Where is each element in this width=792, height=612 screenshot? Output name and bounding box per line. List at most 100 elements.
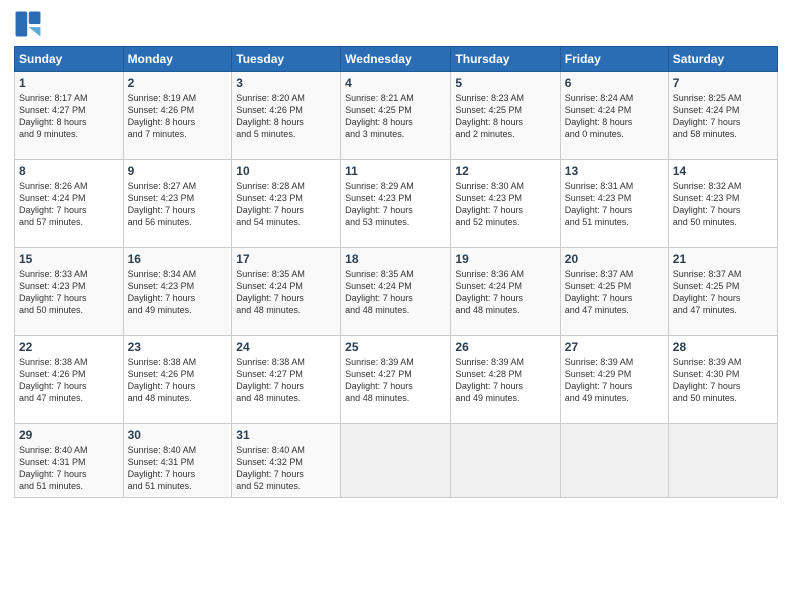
calendar-body: 1 Sunrise: 8:17 AMSunset: 4:27 PMDaylight… [15, 72, 778, 498]
cell-info: Sunrise: 8:25 AMSunset: 4:24 PMDaylight:… [673, 92, 773, 141]
cell-info: Sunrise: 8:33 AMSunset: 4:23 PMDaylight:… [19, 268, 119, 317]
calendar-cell: 21 Sunrise: 8:37 AMSunset: 4:25 PMDayligh… [668, 248, 777, 336]
calendar-cell: 1 Sunrise: 8:17 AMSunset: 4:27 PMDaylight… [15, 72, 124, 160]
calendar-cell [451, 424, 560, 498]
logo [14, 10, 46, 38]
day-number: 3 [236, 76, 336, 90]
day-number: 12 [455, 164, 555, 178]
calendar-cell: 15 Sunrise: 8:33 AMSunset: 4:23 PMDayligh… [15, 248, 124, 336]
calendar-cell: 12 Sunrise: 8:30 AMSunset: 4:23 PMDayligh… [451, 160, 560, 248]
cell-info: Sunrise: 8:39 AMSunset: 4:27 PMDaylight:… [345, 356, 446, 405]
cell-info: Sunrise: 8:21 AMSunset: 4:25 PMDaylight:… [345, 92, 446, 141]
day-number: 5 [455, 76, 555, 90]
calendar-cell: 26 Sunrise: 8:39 AMSunset: 4:28 PMDayligh… [451, 336, 560, 424]
cell-info: Sunrise: 8:23 AMSunset: 4:25 PMDaylight:… [455, 92, 555, 141]
day-header-thursday: Thursday [451, 47, 560, 72]
cell-info: Sunrise: 8:34 AMSunset: 4:23 PMDaylight:… [128, 268, 228, 317]
cell-info: Sunrise: 8:39 AMSunset: 4:28 PMDaylight:… [455, 356, 555, 405]
day-number: 14 [673, 164, 773, 178]
calendar-cell [341, 424, 451, 498]
day-number: 8 [19, 164, 119, 178]
day-number: 16 [128, 252, 228, 266]
week-row-3: 15 Sunrise: 8:33 AMSunset: 4:23 PMDayligh… [15, 248, 778, 336]
cell-info: Sunrise: 8:31 AMSunset: 4:23 PMDaylight:… [565, 180, 664, 229]
calendar-cell: 20 Sunrise: 8:37 AMSunset: 4:25 PMDayligh… [560, 248, 668, 336]
day-number: 17 [236, 252, 336, 266]
day-number: 21 [673, 252, 773, 266]
calendar-cell: 19Sunrise: 8:36 AMSunset: 4:24 PMDayligh… [451, 248, 560, 336]
calendar-cell: 10 Sunrise: 8:28 AMSunset: 4:23 PMDayligh… [232, 160, 341, 248]
page: SundayMondayTuesdayWednesdayThursdayFrid… [0, 0, 792, 612]
day-number: 23 [128, 340, 228, 354]
day-number: 7 [673, 76, 773, 90]
calendar-cell: 31Sunrise: 8:40 AMSunset: 4:32 PMDayligh… [232, 424, 341, 498]
day-number: 28 [673, 340, 773, 354]
day-number: 27 [565, 340, 664, 354]
cell-info: Sunrise: 8:28 AMSunset: 4:23 PMDaylight:… [236, 180, 336, 229]
day-number: 30 [128, 428, 228, 442]
cell-info: Sunrise: 8:38 AMSunset: 4:27 PMDaylight:… [236, 356, 336, 405]
cell-info: Sunrise: 8:35 AMSunset: 4:24 PMDaylight:… [345, 268, 446, 317]
cell-info: Sunrise: 8:32 AMSunset: 4:23 PMDaylight:… [673, 180, 773, 229]
calendar-cell: 3 Sunrise: 8:20 AMSunset: 4:26 PMDaylight… [232, 72, 341, 160]
cell-info: Sunrise: 8:27 AMSunset: 4:23 PMDaylight:… [128, 180, 228, 229]
day-number: 11 [345, 164, 446, 178]
calendar-cell: 22Sunrise: 8:38 AMSunset: 4:26 PMDayligh… [15, 336, 124, 424]
calendar-cell: 14 Sunrise: 8:32 AMSunset: 4:23 PMDayligh… [668, 160, 777, 248]
day-number: 22 [19, 340, 119, 354]
calendar-cell: 2Sunrise: 8:19 AMSunset: 4:26 PMDaylight… [123, 72, 232, 160]
day-number: 10 [236, 164, 336, 178]
cell-info: Sunrise: 8:30 AMSunset: 4:23 PMDaylight:… [455, 180, 555, 229]
day-header-sunday: Sunday [15, 47, 124, 72]
calendar-cell: 18 Sunrise: 8:35 AMSunset: 4:24 PMDayligh… [341, 248, 451, 336]
day-number: 15 [19, 252, 119, 266]
calendar-cell: 29 Sunrise: 8:40 AMSunset: 4:31 PMDayligh… [15, 424, 124, 498]
calendar-cell: 27 Sunrise: 8:39 AMSunset: 4:29 PMDayligh… [560, 336, 668, 424]
day-number: 29 [19, 428, 119, 442]
cell-info: Sunrise: 8:20 AMSunset: 4:26 PMDaylight:… [236, 92, 336, 141]
calendar-cell: 5 Sunrise: 8:23 AMSunset: 4:25 PMDaylight… [451, 72, 560, 160]
day-number: 24 [236, 340, 336, 354]
day-number: 25 [345, 340, 446, 354]
cell-info: Sunrise: 8:37 AMSunset: 4:25 PMDaylight:… [565, 268, 664, 317]
calendar-cell: 7 Sunrise: 8:25 AMSunset: 4:24 PMDaylight… [668, 72, 777, 160]
calendar-cell: 30Sunrise: 8:40 AMSunset: 4:31 PMDayligh… [123, 424, 232, 498]
cell-info: Sunrise: 8:38 AMSunset: 4:26 PMDaylight:… [128, 356, 228, 405]
cell-info: Sunrise: 8:40 AMSunset: 4:31 PMDaylight:… [19, 444, 119, 493]
week-row-2: 8 Sunrise: 8:26 AMSunset: 4:24 PMDaylight… [15, 160, 778, 248]
cell-info: Sunrise: 8:24 AMSunset: 4:24 PMDaylight:… [565, 92, 664, 141]
day-header-wednesday: Wednesday [341, 47, 451, 72]
calendar-cell: 4Sunrise: 8:21 AMSunset: 4:25 PMDaylight… [341, 72, 451, 160]
calendar-cell: 11 Sunrise: 8:29 AMSunset: 4:23 PMDayligh… [341, 160, 451, 248]
day-number: 6 [565, 76, 664, 90]
calendar-cell: 28 Sunrise: 8:39 AMSunset: 4:30 PMDayligh… [668, 336, 777, 424]
day-number: 13 [565, 164, 664, 178]
cell-info: Sunrise: 8:39 AMSunset: 4:30 PMDaylight:… [673, 356, 773, 405]
cell-info: Sunrise: 8:39 AMSunset: 4:29 PMDaylight:… [565, 356, 664, 405]
day-number: 20 [565, 252, 664, 266]
cell-info: Sunrise: 8:17 AMSunset: 4:27 PMDaylight:… [19, 92, 119, 141]
calendar-cell: 17 Sunrise: 8:35 AMSunset: 4:24 PMDayligh… [232, 248, 341, 336]
day-number: 18 [345, 252, 446, 266]
calendar-header-row: SundayMondayTuesdayWednesdayThursdayFrid… [15, 47, 778, 72]
day-header-friday: Friday [560, 47, 668, 72]
cell-info: Sunrise: 8:19 AMSunset: 4:26 PMDaylight:… [128, 92, 228, 141]
logo-icon [14, 10, 42, 38]
calendar-cell: 6 Sunrise: 8:24 AMSunset: 4:24 PMDaylight… [560, 72, 668, 160]
calendar-cell: 16 Sunrise: 8:34 AMSunset: 4:23 PMDayligh… [123, 248, 232, 336]
day-number: 9 [128, 164, 228, 178]
cell-info: Sunrise: 8:29 AMSunset: 4:23 PMDaylight:… [345, 180, 446, 229]
day-header-tuesday: Tuesday [232, 47, 341, 72]
cell-info: Sunrise: 8:37 AMSunset: 4:25 PMDaylight:… [673, 268, 773, 317]
day-header-monday: Monday [123, 47, 232, 72]
cell-info: Sunrise: 8:35 AMSunset: 4:24 PMDaylight:… [236, 268, 336, 317]
day-number: 26 [455, 340, 555, 354]
calendar-cell: 24 Sunrise: 8:38 AMSunset: 4:27 PMDayligh… [232, 336, 341, 424]
calendar-cell: 13 Sunrise: 8:31 AMSunset: 4:23 PMDayligh… [560, 160, 668, 248]
day-header-saturday: Saturday [668, 47, 777, 72]
cell-info: Sunrise: 8:26 AMSunset: 4:24 PMDaylight:… [19, 180, 119, 229]
day-number: 1 [19, 76, 119, 90]
cell-info: Sunrise: 8:40 AMSunset: 4:32 PMDaylight:… [236, 444, 336, 493]
week-row-4: 22 Sunrise: 8:38 AMSunset: 4:26 PMDayligh… [15, 336, 778, 424]
week-row-5: 29 Sunrise: 8:40 AMSunset: 4:31 PMDayligh… [15, 424, 778, 498]
